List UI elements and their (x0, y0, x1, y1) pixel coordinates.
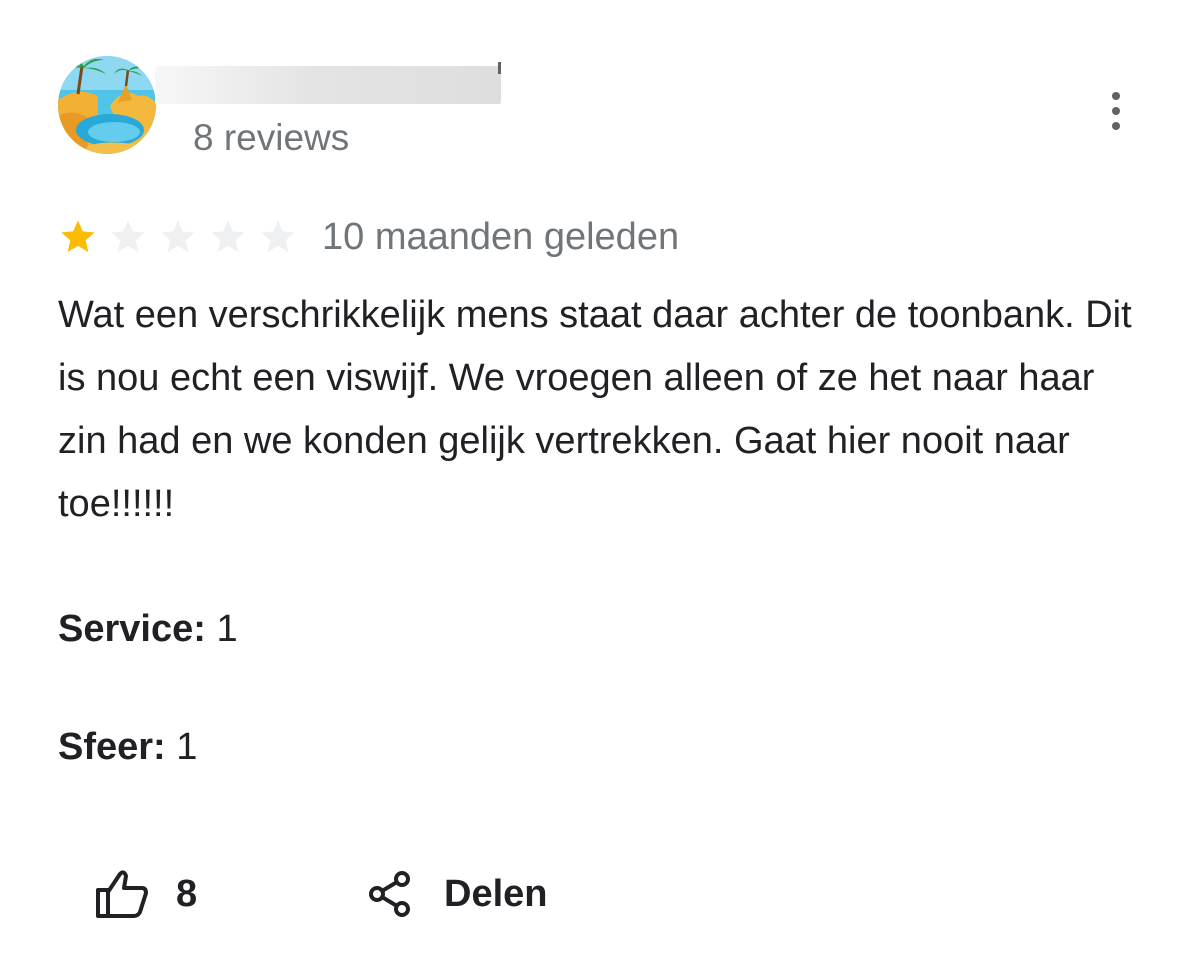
star-empty-icon (258, 217, 298, 257)
more-vertical-icon (1112, 92, 1120, 100)
star-empty-icon (158, 217, 198, 257)
attribute-label: Sfeer: (58, 726, 166, 768)
star-empty-icon (208, 217, 248, 257)
star-rating (58, 216, 308, 258)
attribute-service: Service: 1 (58, 606, 238, 652)
star-filled-icon (58, 217, 98, 257)
share-label: Delen (444, 873, 548, 915)
beach-palm-avatar-icon (58, 56, 156, 154)
more-vertical-icon-dot (1112, 122, 1120, 130)
more-vertical-icon-dot (1112, 107, 1120, 115)
reviewer-review-count[interactable]: 8 reviews (193, 116, 349, 160)
attribute-value: 1 (205, 608, 238, 650)
share-button[interactable]: Delen (368, 866, 547, 922)
star-empty-icon (108, 217, 148, 257)
redaction-artifact (498, 62, 501, 74)
review-date: 10 maanden geleden (322, 216, 680, 258)
like-count: 8 (176, 873, 198, 915)
thumbs-up-icon (96, 870, 148, 918)
reviewer-name-redacted[interactable] (155, 66, 501, 104)
attribute-value: 1 (165, 726, 198, 768)
more-options-button[interactable] (1096, 86, 1136, 136)
review-text: Wat een verschrikkelijk mens staat daar … (58, 294, 1132, 525)
share-icon (369, 871, 410, 917)
like-button[interactable]: 8 (94, 866, 197, 922)
attribute-sfeer: Sfeer: 1 (58, 724, 197, 770)
attribute-label: Service: (58, 608, 206, 650)
reviewer-avatar[interactable] (58, 56, 156, 154)
